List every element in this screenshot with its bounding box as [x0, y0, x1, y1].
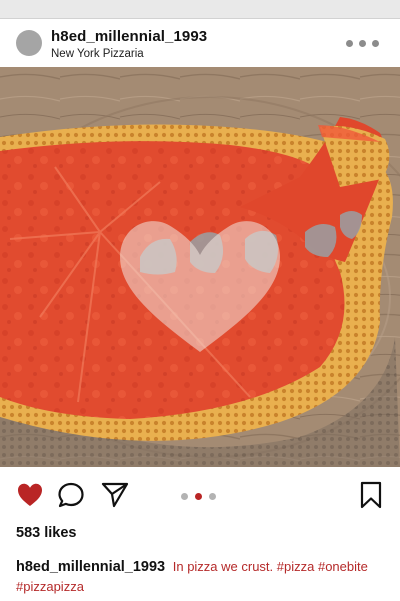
action-bar: [0, 481, 400, 513]
post-username[interactable]: h8ed_millennial_1993: [51, 28, 207, 45]
carousel-indicator: [181, 493, 221, 501]
more-dot: [346, 40, 353, 47]
post-header: h8ed_millennial_1993 New York Pizzaria: [0, 19, 400, 67]
bookmark-icon[interactable]: [358, 481, 388, 511]
caption-username[interactable]: h8ed_millennial_1993: [16, 559, 165, 575]
send-icon[interactable]: [100, 481, 130, 511]
carousel-dot-active[interactable]: [195, 493, 202, 500]
carousel-dot[interactable]: [209, 493, 216, 500]
top-bar: [0, 0, 400, 18]
post-image[interactable]: [0, 67, 400, 467]
avatar[interactable]: [16, 30, 42, 56]
comment-icon[interactable]: [57, 481, 87, 511]
post-location[interactable]: New York Pizzaria: [51, 48, 144, 60]
more-dot: [359, 40, 366, 47]
instagram-post-frame: h8ed_millennial_1993 New York Pizzaria 5…: [0, 0, 400, 601]
post-card: h8ed_millennial_1993 New York Pizzaria 5…: [0, 18, 400, 601]
like-count[interactable]: 583 likes: [16, 525, 76, 541]
more-options-icon[interactable]: [346, 37, 386, 49]
carousel-dot[interactable]: [181, 493, 188, 500]
heart-icon[interactable]: [16, 481, 46, 511]
post-caption: h8ed_millennial_1993 In pizza we crust. …: [16, 557, 388, 596]
more-dot: [372, 40, 379, 47]
pizza-illustration: [0, 67, 400, 467]
